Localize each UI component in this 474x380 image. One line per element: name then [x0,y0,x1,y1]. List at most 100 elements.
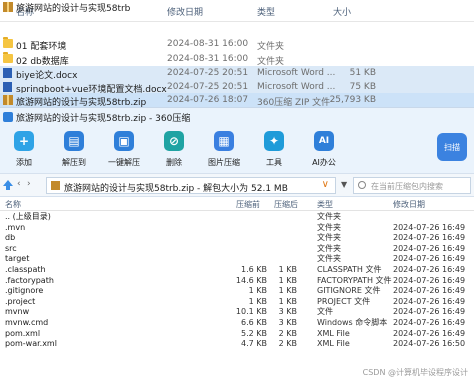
folder-icon [3,52,13,63]
file-type: Microsoft Word ... [257,82,336,92]
col-compressed-size[interactable]: 压缩后 [274,199,298,210]
one-click-extract-icon: ▣ [114,131,134,151]
original-size: 1 KB [248,296,267,306]
table-row[interactable]: mvnw.cmd 6.6 KB 3 KB Windows 命令脚本 2024-07-26… [0,318,474,329]
zip-window: 旅游网站的设计与实现58trb.zip - 360压缩 + 添加 ▤ 解压到 ▣… [0,107,474,380]
explorer-row[interactable]: 01 配套环境 2024-08-31 16:00 文件夹 [0,37,474,52]
ai-office-button[interactable]: AI AI办公 [304,129,344,169]
table-row[interactable]: pom-war.xml 4.7 KB 2 KB XML File 2024-07-26 … [0,339,474,350]
table-row[interactable]: .mvn 文件夹 2024-07-26 16:49 [0,223,474,234]
table-row[interactable]: .gitignore 1 KB 1 KB GITIGNORE 文件 2024-07-26… [0,286,474,297]
original-size: 14.6 KB [235,275,267,285]
compressed-size: 1 KB [278,286,297,296]
tools-button[interactable]: ✦ 工具 [254,129,294,169]
explorer-row[interactable]: 旅游网站的设计与实现58trb.zip 2024-07-26 18:07 360… [0,93,474,108]
file-type: GITIGNORE 文件 [317,286,381,296]
file-type: 文件夹 [317,222,341,232]
modified-date: 2024-07-26 16:49 [393,222,466,232]
col-name[interactable]: 名称 [5,199,21,210]
extract-icon: ▤ [64,131,84,151]
chevron-down-icon[interactable]: ∨ [322,179,329,190]
file-type: 文件夹 [317,233,341,243]
table-row[interactable]: db 文件夹 2024-07-26 16:49 [0,233,474,244]
file-type: 文件夹 [317,212,341,221]
file-name: .factorypath [5,275,54,285]
zip-icon [3,95,13,105]
table-row[interactable]: .classpath 1.6 KB 1 KB CLASSPATH 文件 2024-07-… [0,265,474,276]
col-type[interactable]: 类型 [317,199,333,210]
file-date: 2024-07-25 20:51 [167,82,249,92]
compressed-size: 1 KB [278,275,297,285]
docx-icon [3,82,12,92]
col-modified[interactable]: 修改日期 [393,199,425,210]
file-date: 2024-07-26 18:07 [167,95,249,105]
explorer-row-parent[interactable]: 旅游网站的设计与实现58trb [0,0,474,14]
extract-to-button[interactable]: ▤ 解压到 [54,129,94,169]
file-name: mvnw.cmd [5,318,49,327]
file-type: 文件夹 [317,243,341,253]
modified-date: 2024-07-26 16:49 [393,286,466,296]
modified-date: 2024-07-26 16:49 [393,296,466,306]
file-size: 51 KB [349,68,376,78]
file-name: db [5,233,16,243]
table-row[interactable]: .factorypath 14.6 KB 1 KB FACTORYPATH 文件 202… [0,276,474,287]
modified-date: 2024-07-26 16:49 [393,275,466,285]
table-row[interactable]: src 文件夹 2024-07-26 16:49 [0,244,474,255]
image-compress-button[interactable]: ▦ 图片压缩 [204,129,244,169]
table-row[interactable]: .. (上级目录) 文件夹 [0,212,474,223]
modified-date: 2024-07-26 16:49 [393,307,466,317]
watermark: CSDN @计算机毕设程序设计 [362,368,468,377]
forward-icon[interactable]: › [27,179,31,189]
original-size: 10.1 KB [235,307,267,317]
file-name: src [5,243,17,253]
table-row[interactable]: target 文件夹 2024-07-26 16:49 [0,254,474,265]
file-type: Windows 命令脚本 [317,318,388,327]
compressed-size: 2 KB [278,328,297,338]
explorer-row[interactable]: 02 db数据库 2024-08-31 16:00 文件夹 [0,52,474,67]
file-type: CLASSPATH 文件 [317,265,382,274]
plus-icon: + [14,131,34,151]
back-icon[interactable]: ‹ [17,179,21,189]
file-date: 2024-08-31 16:00 [167,39,249,49]
file-type: XML File [317,339,350,349]
table-row[interactable]: mvnw 10.1 KB 3 KB 文件 2024-07-26 16:49 [0,307,474,318]
one-click-extract-button[interactable]: ▣ 一键解压 [104,129,144,169]
tools-icon: ✦ [264,131,284,151]
file-type: FACTORYPATH 文件 [317,275,392,285]
table-row[interactable]: pom.xml 5.2 KB 2 KB XML File 2024-07-26 16:4… [0,329,474,340]
toolbar-label: 解压到 [62,158,86,167]
file-name: pom.xml [5,328,41,338]
explorer-row[interactable]: biye论文.docx 2024-07-25 20:51 Microsoft W… [0,66,474,81]
up-arrow-icon[interactable] [3,180,13,190]
toolbar-label: 添加 [16,158,32,167]
delete-button[interactable]: ⊘ 删除 [154,129,194,169]
file-size: 75 KB [349,82,376,92]
original-size: 5.2 KB [241,328,267,338]
file-name: .mvn [5,222,26,232]
modified-date: 2024-07-26 16:49 [393,265,466,274]
toolbar-label: 一键解压 [108,158,140,167]
dropdown-arrow-icon[interactable]: ▼ [341,180,347,189]
search-input[interactable]: 在当前压缩包内搜索 [353,177,471,194]
modified-date: 2024-07-26 16:49 [393,328,466,338]
col-original-size[interactable]: 压缩前 [236,199,260,210]
modified-date: 2024-07-26 16:49 [393,254,466,264]
path-field[interactable]: 旅游网站的设计与实现58trb.zip - 解包大小为 52.1 MB ∨ [46,177,336,194]
file-type: XML File [317,328,350,338]
compressed-size: 2 KB [278,339,297,349]
scan-button[interactable]: 扫描 [437,133,467,161]
file-name: 01 配套环境 [16,42,67,52]
modified-date: 2024-07-26 16:49 [393,233,466,243]
docx-icon [3,68,12,78]
ai-icon: AI [314,131,334,151]
table-row[interactable]: .project 1 KB 1 KB PROJECT 文件 2024-07-26 16:… [0,297,474,308]
file-name: 旅游网站的设计与实现58trb [16,4,131,14]
file-list-header: 名称 压缩前 压缩后 类型 修改日期 [0,198,474,211]
add-button[interactable]: + 添加 [4,129,44,169]
modified-date: 2024-07-26 16:49 [393,243,466,253]
compressed-size: 3 KB [278,307,297,317]
original-size: 1.6 KB [241,265,267,274]
scan-label: 扫描 [444,142,460,152]
compressed-size: 1 KB [278,296,297,306]
app-icon [3,112,13,122]
